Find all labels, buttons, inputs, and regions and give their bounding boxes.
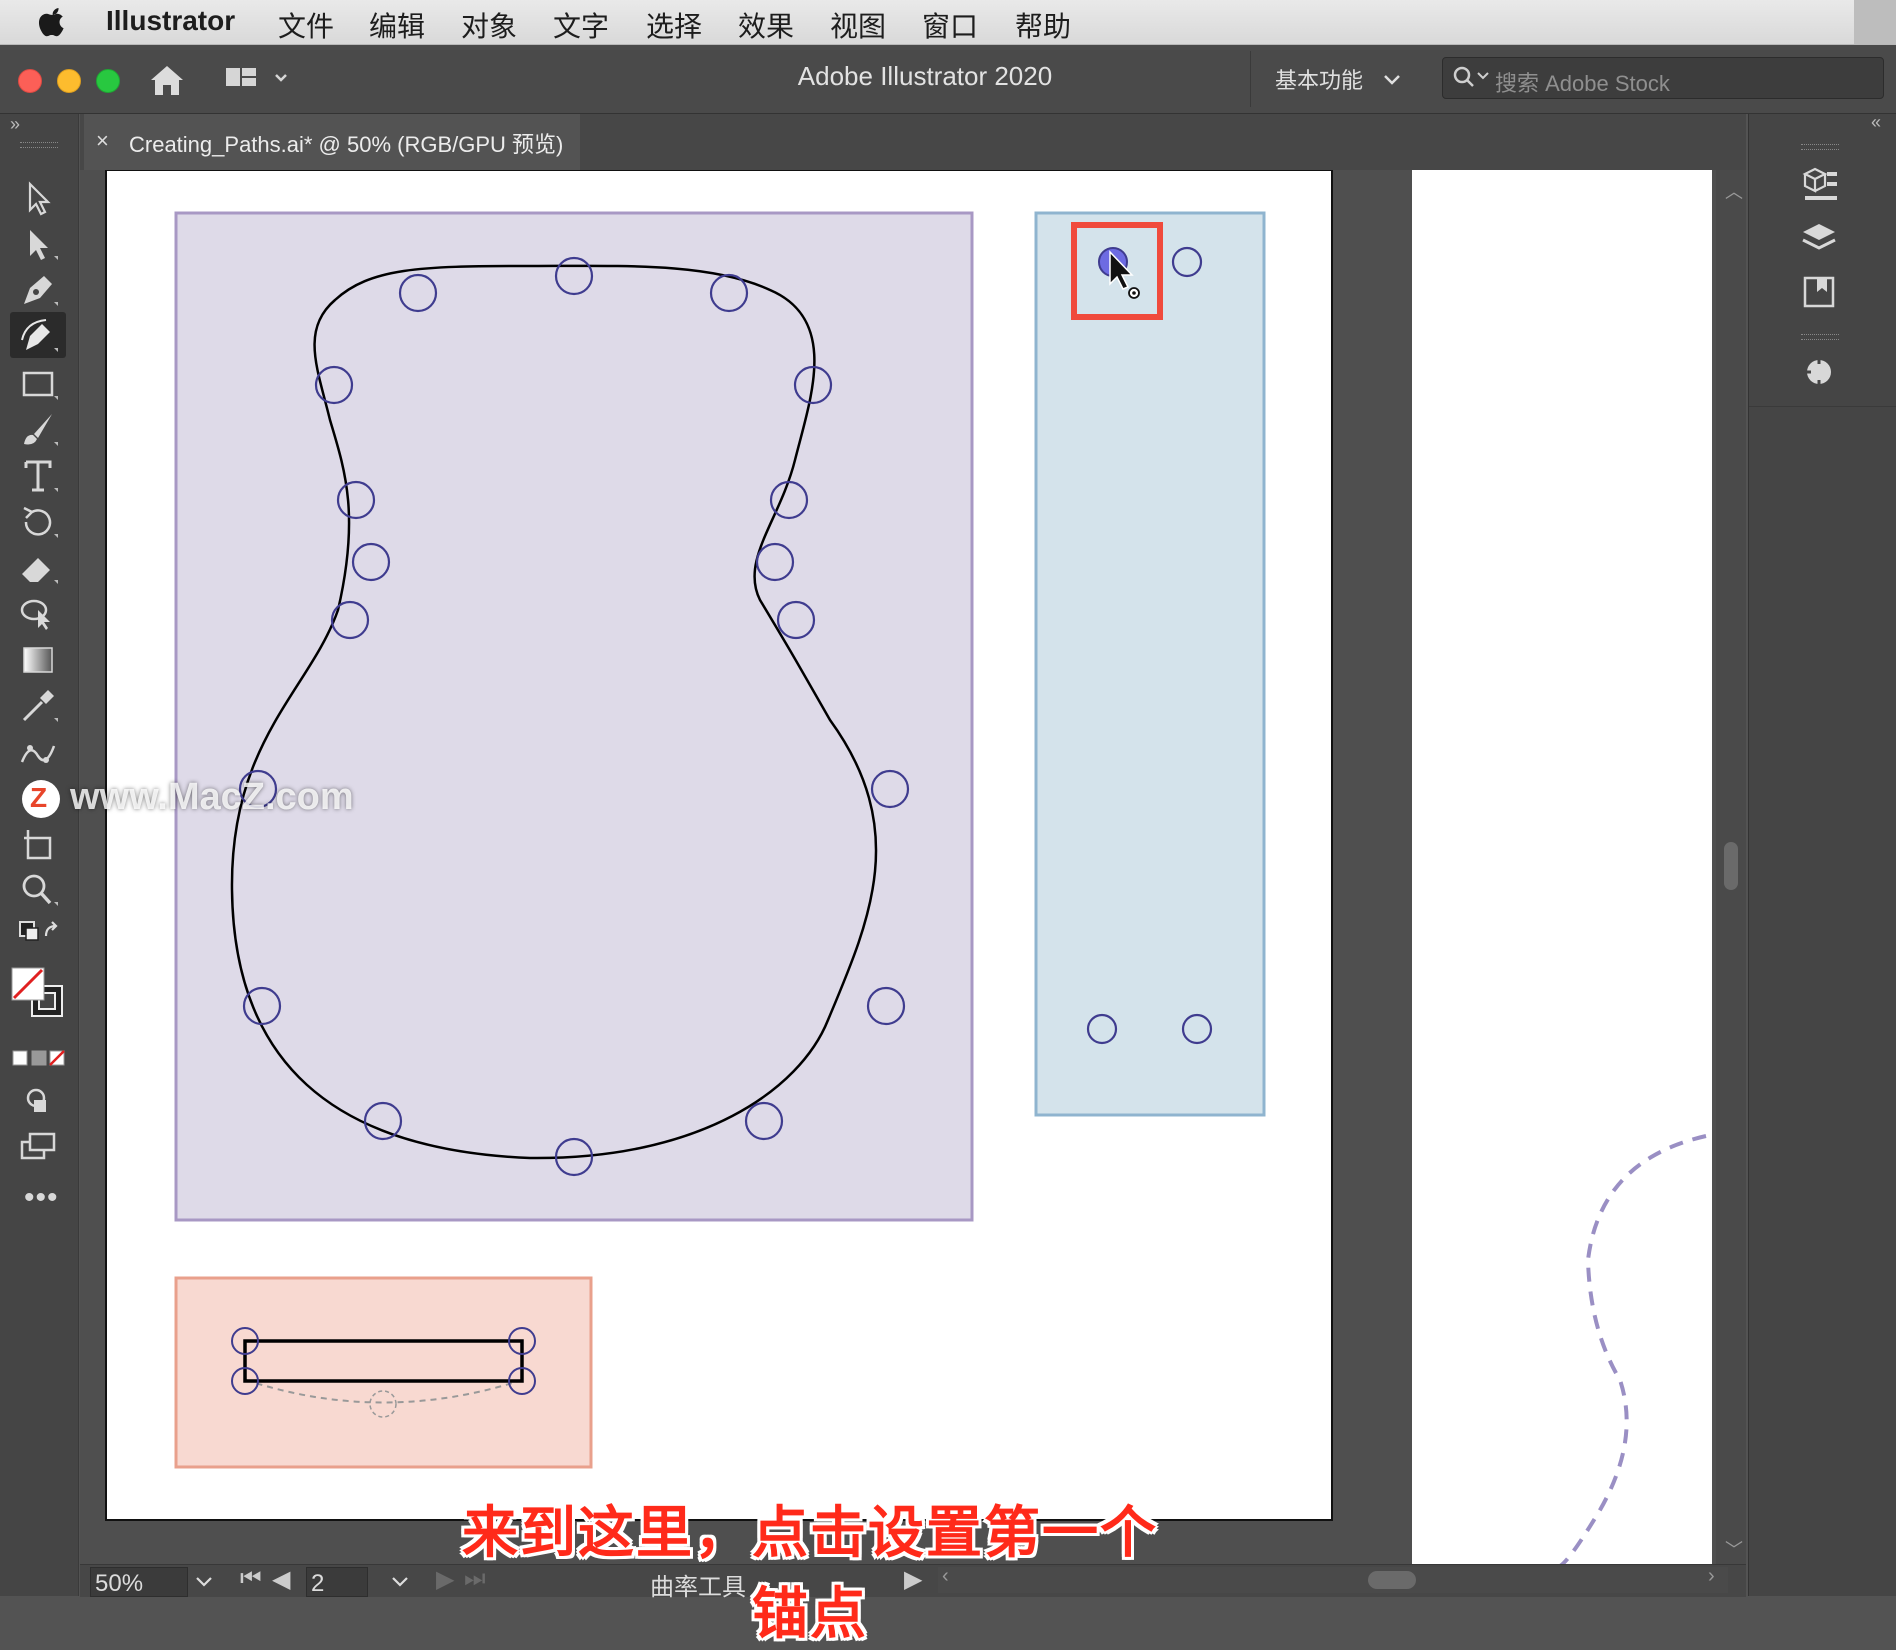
artwork-svg[interactable] xyxy=(80,170,1746,1566)
document-tab[interactable]: × Creating_Paths.ai* @ 50% (RGB/GPU 预览) xyxy=(84,114,580,170)
guitar-neck-template xyxy=(1034,211,1266,1117)
type-tool-icon[interactable] xyxy=(16,456,60,496)
draw-mode-icon[interactable] xyxy=(16,1080,60,1120)
right-panel-dock: « xyxy=(1748,112,1896,1596)
home-icon[interactable] xyxy=(147,63,187,97)
eraser-icon[interactable] xyxy=(16,548,60,588)
scroll-up-arrow[interactable]: ︿ xyxy=(1725,178,1743,204)
screen-mode-icon[interactable] xyxy=(16,1126,60,1166)
rectangle-tool-icon[interactable] xyxy=(16,364,60,404)
zoom-field[interactable]: 50% xyxy=(90,1567,188,1597)
direct-selection-icon[interactable] xyxy=(16,224,60,264)
bridge-template xyxy=(174,1276,593,1469)
zoom-tool-icon[interactable] xyxy=(16,870,60,910)
curvature-tool-icon[interactable] xyxy=(16,316,60,356)
vertical-scrollbar[interactable]: ︿ ﹀ xyxy=(1716,170,1746,1566)
menu-file[interactable]: 文件 xyxy=(278,5,334,45)
layout-icon[interactable] xyxy=(224,65,288,93)
paintbrush-icon[interactable] xyxy=(16,410,60,450)
guitar-body-template xyxy=(174,211,974,1222)
collapse-panel-icon[interactable]: « xyxy=(1871,112,1881,133)
zoom-value: 50% xyxy=(95,1570,144,1597)
title-bar: Adobe Illustrator 2020 基本功能 搜索 Adobe Sto… xyxy=(0,45,1896,114)
swap-fill-stroke-icon[interactable] xyxy=(16,916,60,956)
apple-icon[interactable] xyxy=(38,4,68,38)
document-tab-label: Creating_Paths.ai* @ 50% (RGB/GPU 预览) xyxy=(129,132,564,157)
cc-panel-icon[interactable] xyxy=(1799,350,1841,392)
tools-panel: » ••• xyxy=(0,114,79,1596)
puppet-warp-icon[interactable] xyxy=(16,732,60,772)
color-mode-icons[interactable] xyxy=(12,1048,68,1070)
shape-builder-icon[interactable] xyxy=(16,594,60,634)
watermark-text: www.MacZ.com xyxy=(70,776,354,818)
layers-panel-icon[interactable] xyxy=(1799,218,1841,260)
artboard-number-field[interactable]: 2 xyxy=(306,1567,368,1597)
watermark-logo: Z xyxy=(22,780,60,818)
chevron-down-icon[interactable] xyxy=(1382,73,1402,87)
chevron-down-icon[interactable] xyxy=(390,1575,410,1589)
selection-tool-icon[interactable] xyxy=(16,178,60,218)
chevron-down-icon[interactable] xyxy=(194,1575,214,1589)
next-artboard-button[interactable]: ▶ xyxy=(436,1565,454,1594)
panel-grip[interactable] xyxy=(1801,334,1839,340)
stock-search-field[interactable]: 搜索 Adobe Stock xyxy=(1442,57,1884,99)
workspace-switcher[interactable]: 基本功能 xyxy=(1275,63,1363,95)
menu-window[interactable]: 窗口 xyxy=(922,5,978,45)
menu-app-name[interactable]: Illustrator xyxy=(106,5,235,37)
properties-panel-icon[interactable] xyxy=(1799,164,1841,206)
zoom-window-button[interactable] xyxy=(96,69,120,93)
divider xyxy=(1749,406,1896,407)
menu-edit[interactable]: 编辑 xyxy=(369,5,425,45)
scroll-down-arrow[interactable]: ﹀ xyxy=(1725,1536,1743,1562)
artboard-tool-icon[interactable] xyxy=(16,824,60,864)
menu-select[interactable]: 选择 xyxy=(646,5,702,45)
rotate-tool-icon[interactable] xyxy=(16,502,60,542)
search-placeholder: 搜索 Adobe Stock xyxy=(1495,71,1670,96)
minimize-window-button[interactable] xyxy=(57,69,81,93)
fill-stroke-icon[interactable] xyxy=(8,964,70,1024)
scroll-thumb[interactable] xyxy=(1724,842,1738,890)
menu-help[interactable]: 帮助 xyxy=(1015,5,1071,45)
pen-tool-icon[interactable] xyxy=(16,270,60,310)
scroll-right-arrow[interactable]: › xyxy=(1708,1565,1715,1588)
panel-grip[interactable] xyxy=(20,142,58,148)
gradient-icon[interactable] xyxy=(16,640,60,680)
search-icon xyxy=(1453,66,1489,87)
panel-grip[interactable] xyxy=(1801,144,1839,150)
more-icon[interactable]: ••• xyxy=(24,1183,59,1213)
menu-view[interactable]: 视图 xyxy=(830,5,886,45)
menu-type[interactable]: 文字 xyxy=(553,5,609,45)
first-artboard-button[interactable]: ⏮ xyxy=(240,1565,262,1593)
artboard-2 xyxy=(1412,170,1712,1566)
menu-effect[interactable]: 效果 xyxy=(738,5,794,45)
menu-object[interactable]: 对象 xyxy=(461,5,517,45)
libraries-panel-icon[interactable] xyxy=(1799,272,1841,314)
horizontal-scroll-thumb[interactable] xyxy=(1368,1571,1416,1589)
artboard-number: 2 xyxy=(311,1570,325,1597)
window-title: Adobe Illustrator 2020 xyxy=(797,61,1053,91)
close-tab-button[interactable]: × xyxy=(96,128,109,154)
expand-panel-icon[interactable]: » xyxy=(10,114,20,135)
close-window-button[interactable] xyxy=(18,69,42,93)
menu-bar: Illustrator 文件 编辑 对象 文字 选择 效果 视图 窗口 帮助 xyxy=(0,0,1896,45)
menubar-extra xyxy=(1854,0,1896,44)
video-subtitle: 来到这里，点击设置第一个锚点 xyxy=(462,1501,1158,1645)
eyedropper-icon[interactable] xyxy=(16,686,60,726)
divider xyxy=(1250,51,1251,107)
previous-artboard-button[interactable]: ◀ xyxy=(272,1565,290,1594)
canvas-area[interactable]: ︿ ﹀ xyxy=(80,170,1746,1566)
